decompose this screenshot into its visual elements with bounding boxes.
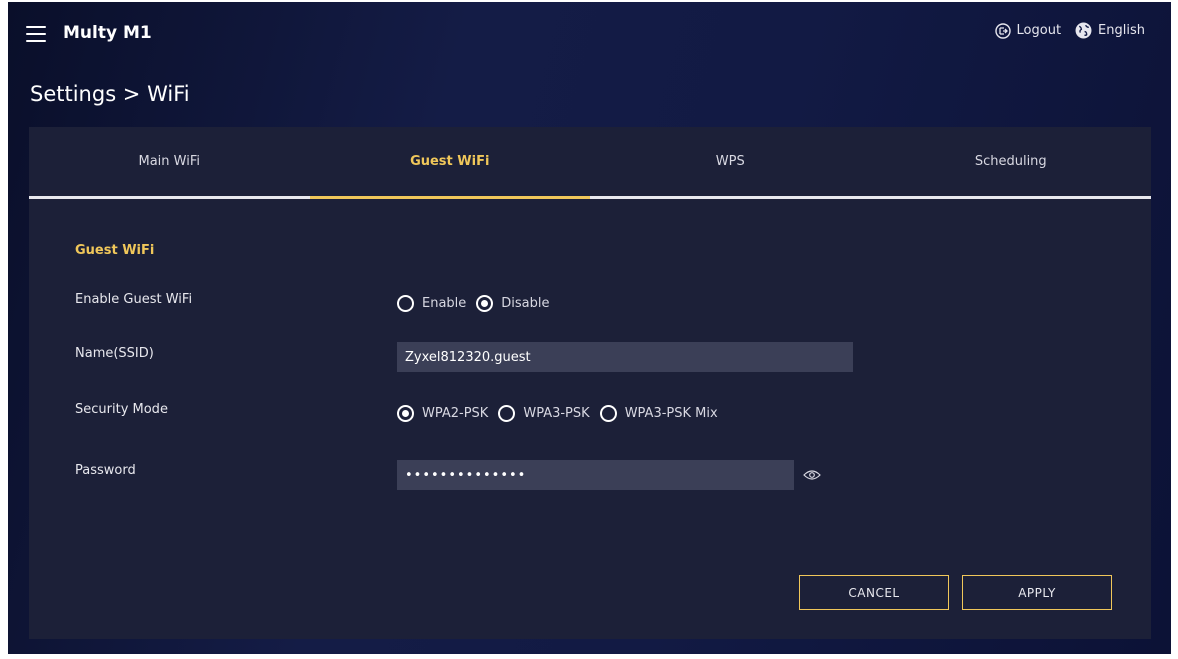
logout-label: Logout [1016, 23, 1062, 38]
menu-icon[interactable] [26, 26, 46, 42]
app-title: Multy M1 [63, 23, 152, 43]
enable-radio-group: Enable Disable [397, 295, 560, 312]
eye-icon[interactable] [803, 469, 821, 481]
cancel-button[interactable]: CANCEL [799, 575, 949, 610]
password-label: Password [75, 463, 136, 478]
password-input[interactable] [397, 460, 794, 490]
disable-radio[interactable] [476, 295, 494, 312]
wpa3-psk-mix-radio[interactable] [599, 405, 617, 422]
enable-radio[interactable] [397, 295, 414, 312]
tab-main-wifi[interactable]: Main WiFi [29, 127, 310, 196]
top-bar: Multy M1 Logout English [8, 2, 1171, 68]
tab-bar: Main WiFi Guest WiFi WPS Scheduling [29, 127, 1151, 199]
apply-button[interactable]: APPLY [962, 575, 1112, 610]
wpa2-psk-label: WPA2-PSK [422, 406, 489, 421]
settings-panel: Main WiFi Guest WiFi WPS Scheduling Gues… [29, 127, 1151, 639]
section-title: Guest WiFi [75, 243, 155, 258]
logout-link[interactable]: Logout [994, 22, 1062, 39]
wpa2-psk-option[interactable]: WPA2-PSK [397, 405, 488, 422]
wpa2-psk-radio[interactable] [397, 405, 414, 422]
page-title: Settings > WiFi [30, 82, 190, 106]
security-mode-label: Security Mode [75, 402, 168, 417]
enable-option[interactable]: Enable [397, 295, 466, 312]
ssid-label: Name(SSID) [75, 346, 154, 361]
top-actions: Logout English [994, 22, 1145, 39]
enable-guest-wifi-label: Enable Guest WiFi [75, 292, 193, 307]
disable-option[interactable]: Disable [476, 295, 550, 312]
tab-guest-wifi[interactable]: Guest WiFi [309, 127, 591, 199]
wpa3-psk-label: WPA3-PSK [523, 406, 590, 421]
security-radio-group: WPA2-PSK WPA3-PSK WPA3-PSK Mix [397, 405, 728, 422]
language-selector[interactable]: English [1075, 22, 1145, 39]
tab-wps[interactable]: WPS [590, 127, 871, 196]
wpa3-psk-radio[interactable] [498, 405, 516, 422]
enable-option-label: Enable [422, 296, 467, 311]
wpa3-psk-mix-label: WPA3-PSK Mix [624, 406, 718, 421]
app-window: Multy M1 Logout English Settings > WiFi … [8, 2, 1171, 654]
language-label: English [1098, 23, 1145, 38]
wpa3-psk-mix-option[interactable]: WPA3-PSK Mix [599, 405, 718, 422]
disable-option-label: Disable [501, 296, 550, 311]
globe-icon [1075, 22, 1092, 39]
wpa3-psk-option[interactable]: WPA3-PSK [498, 405, 590, 422]
tab-scheduling[interactable]: Scheduling [871, 127, 1152, 196]
logout-icon [994, 22, 1011, 39]
ssid-input[interactable] [397, 342, 853, 372]
